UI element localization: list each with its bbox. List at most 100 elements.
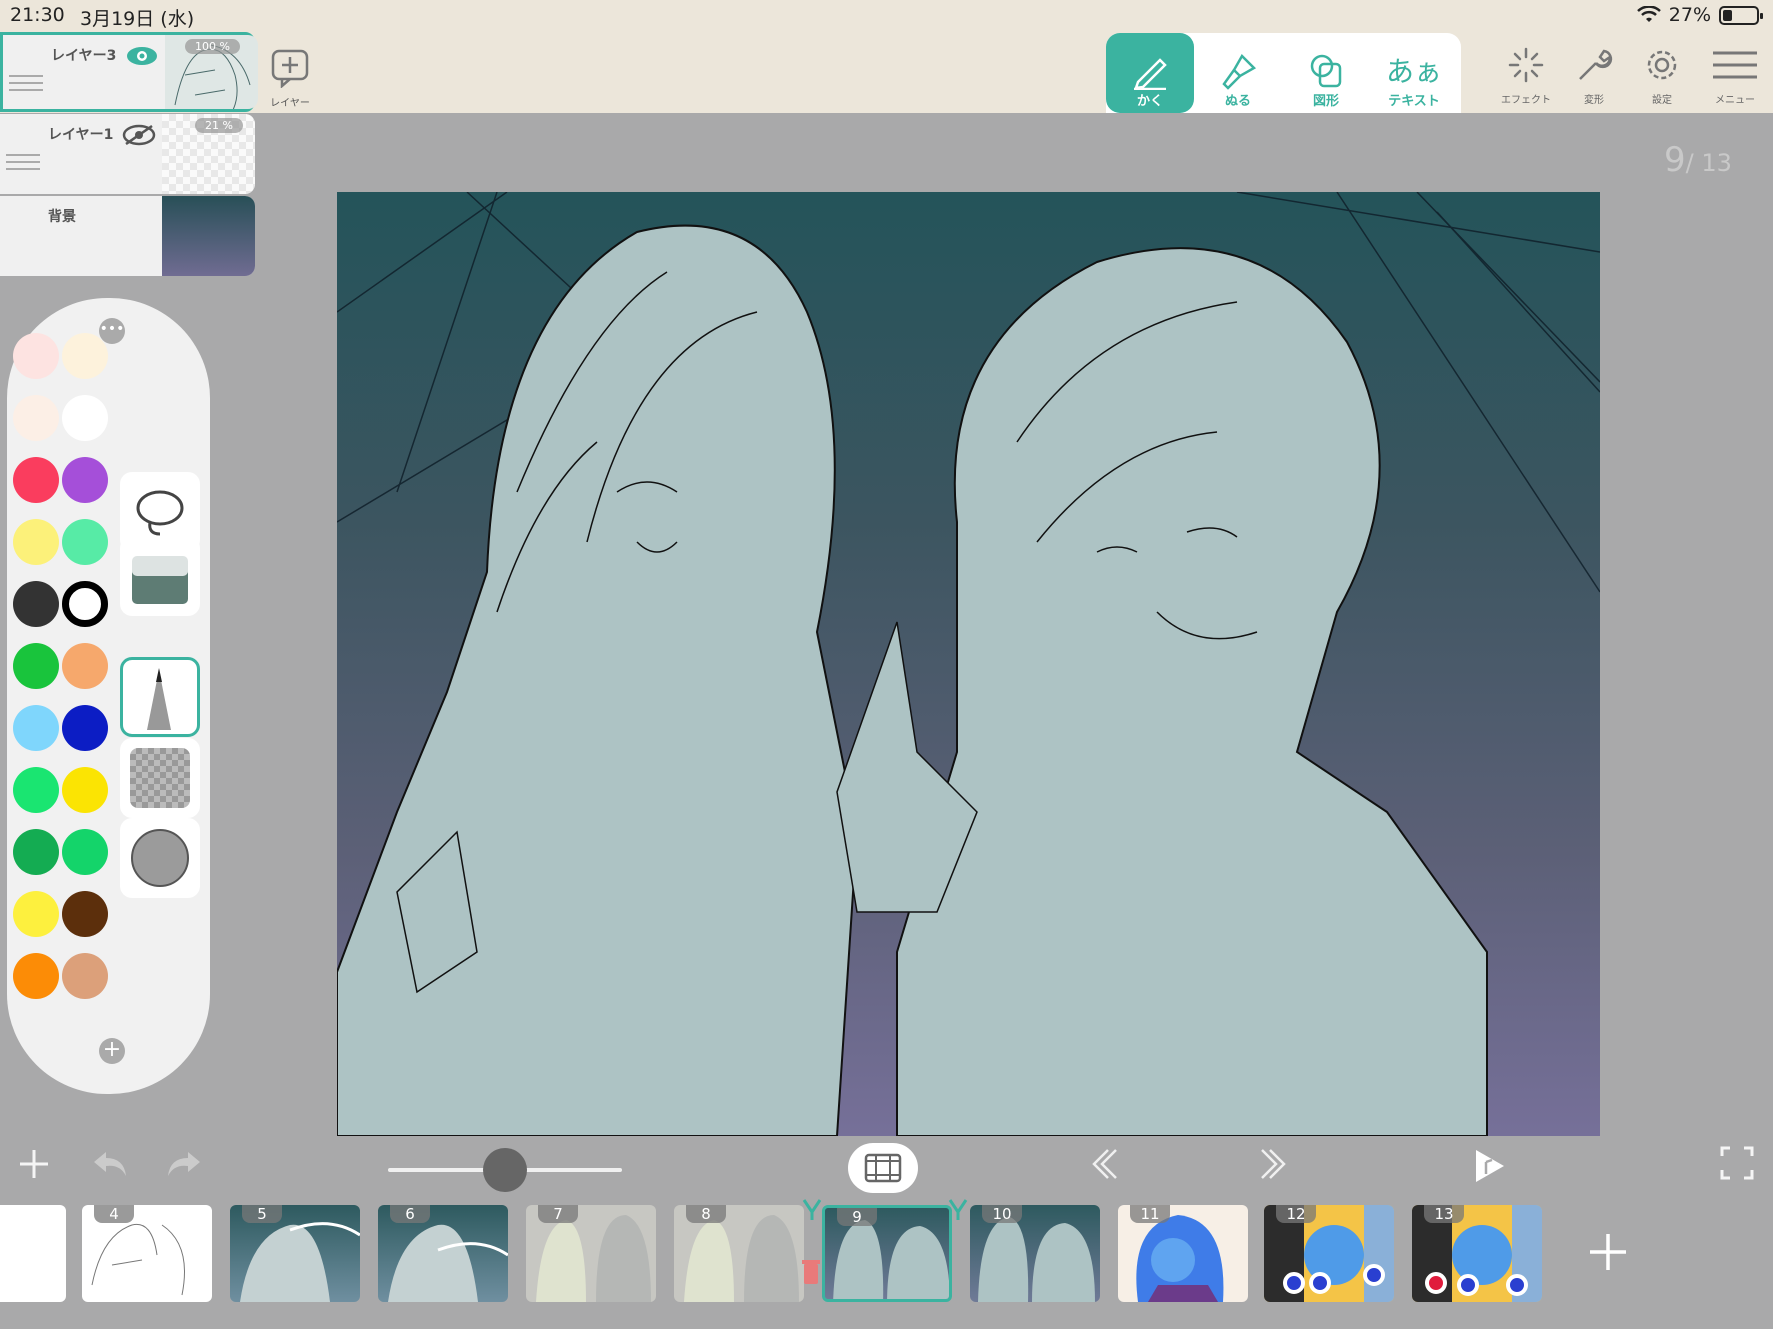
color-swatch[interactable] [62,953,108,999]
frame-number: 5 [242,1205,282,1223]
play-icon [1476,1150,1504,1182]
frame-7[interactable]: 7 [526,1205,656,1302]
fullscreen-button[interactable] [1720,1146,1754,1184]
color-swatch[interactable] [13,333,59,379]
frame-number: 10 [982,1205,1022,1223]
frame-5[interactable]: 5 [230,1205,360,1302]
color-swatch[interactable] [13,581,59,627]
redo-icon [168,1152,200,1176]
color-swatch[interactable] [62,395,108,441]
frame-number: 9 [837,1208,877,1226]
redo-button[interactable] [164,1146,204,1186]
layer-opacity: 21 % [195,118,243,133]
frame-4[interactable]: 4 [82,1205,212,1302]
text-icon: あぁ [1385,55,1442,88]
color-swatch[interactable] [62,643,108,689]
undo-button[interactable] [90,1146,130,1186]
frame-8[interactable]: 8 [674,1205,804,1302]
eraser-tool[interactable] [120,536,200,616]
frame-partial[interactable] [0,1205,66,1302]
left-figure [337,224,859,1136]
color-swatch[interactable] [13,643,59,689]
prev-frame-button[interactable] [1082,1146,1122,1186]
drag-handle[interactable] [6,154,40,175]
color-swatch[interactable] [13,767,59,813]
transform-button[interactable]: 変形 [1562,45,1626,106]
status-right: 27% [1636,4,1763,26]
layer-item-background[interactable]: 背景 [0,196,255,276]
play-button[interactable] [1468,1146,1508,1190]
color-swatch[interactable] [13,891,59,937]
drawing-canvas[interactable] [337,192,1600,1136]
settings-button[interactable]: 設定 [1630,45,1694,106]
battery-percent: 27% [1668,4,1711,26]
color-swatch[interactable] [13,519,59,565]
status-date: 3月19日 (水) [80,8,195,30]
effect-label: エフェクト [1501,95,1551,106]
tool-text-label: テキスト [1388,94,1440,109]
tool-draw[interactable]: かく [1106,33,1194,113]
next-frame-button[interactable] [1256,1146,1296,1186]
more-options-button[interactable]: ••• [99,318,125,344]
menu-button[interactable]: メニュー [1703,45,1767,106]
color-swatch[interactable] [62,829,108,875]
transparent-color-slot[interactable] [120,738,200,818]
layer-name: 背景 [48,209,76,225]
frame-12[interactable]: 12 [1264,1205,1394,1302]
color-swatch[interactable] [13,457,59,503]
frame-marker-left-icon [802,1199,822,1220]
layer-item-1[interactable]: レイヤー1 21 % [0,114,255,194]
tool-shape[interactable]: 図形 [1282,33,1370,113]
frame-number: 12 [1276,1205,1316,1223]
hamburger-icon [1713,51,1757,79]
eye-hidden-icon[interactable] [122,124,156,146]
effect-button[interactable]: エフェクト [1494,45,1558,106]
color-swatch[interactable] [62,767,108,813]
layer-opacity: 100 % [185,39,240,54]
pencil-icon [1134,58,1167,90]
color-swatch[interactable] [62,519,108,565]
add-layer-button[interactable]: レイヤー [268,48,312,109]
color-swatch[interactable] [62,333,108,379]
color-swatch[interactable] [13,395,59,441]
filmstrip-toggle-button[interactable] [848,1143,918,1193]
frame-number: 6 [390,1205,430,1223]
drag-handle[interactable] [9,75,43,96]
eye-icon[interactable] [125,45,159,67]
tool-text[interactable]: あぁ テキスト [1370,33,1458,113]
frame-10[interactable]: 10 [970,1205,1100,1302]
plus-icon [20,1150,48,1178]
frame-number: 11 [1130,1205,1170,1223]
add-button[interactable] [16,1146,52,1186]
color-swatch[interactable] [13,829,59,875]
add-color-button[interactable]: + [99,1038,125,1064]
frame-11[interactable]: 11 [1118,1205,1248,1302]
layer-item-3[interactable]: レイヤー3 100 % [0,32,258,112]
page-counter: 9/ 13 [1664,140,1732,180]
color-swatch[interactable] [62,581,108,627]
slider-knob[interactable] [483,1148,527,1192]
frame-6[interactable]: 6 [378,1205,508,1302]
color-palette: ••• + [7,298,210,1094]
tool-draw-label: かく [1136,94,1163,109]
tool-fill-label: ぬる [1224,94,1251,109]
current-color-slot[interactable] [120,818,200,898]
color-swatch[interactable] [62,891,108,937]
trash-icon[interactable] [800,1258,822,1286]
page-current: 9 [1664,140,1686,180]
battery-icon [1719,5,1763,25]
frame-9[interactable]: 9 [822,1205,952,1302]
frame-13[interactable]: 13 [1412,1205,1542,1302]
add-frame-button[interactable] [1588,1232,1628,1276]
eraser-icon [132,556,188,604]
frame-number: 4 [94,1205,134,1223]
color-swatch[interactable] [62,457,108,503]
plus-icon [1590,1234,1626,1270]
frame-number: 13 [1424,1205,1464,1223]
color-swatch[interactable] [62,705,108,751]
color-swatch[interactable] [13,953,59,999]
tool-fill[interactable]: ぬる [1194,33,1282,113]
pen-tool[interactable] [120,657,200,737]
color-swatch[interactable] [13,705,59,751]
layer-thumbnail [162,196,255,276]
